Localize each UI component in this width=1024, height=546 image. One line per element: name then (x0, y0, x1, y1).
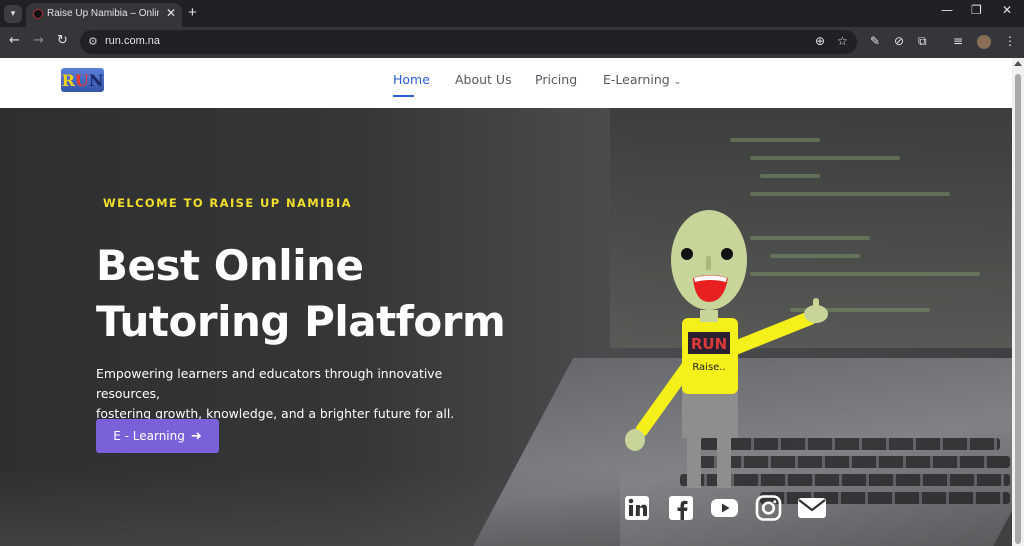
e-learning-button-label: E - Learning (113, 429, 185, 443)
nav-about-us[interactable]: About Us (455, 72, 512, 87)
e-learning-button[interactable]: E - Learning ➜ (96, 419, 219, 453)
mascot-left-hand (625, 429, 645, 451)
tab-close-icon[interactable]: ✕ (166, 6, 176, 20)
hero-subtitle: Empowering learners and educators throug… (96, 364, 496, 424)
code-line (750, 156, 900, 160)
zoom-icon[interactable]: ⊕ (815, 34, 825, 48)
nav-active-indicator (393, 95, 414, 97)
profile-avatar[interactable] (977, 35, 991, 49)
reload-icon[interactable]: ↻ (57, 33, 68, 48)
mascot-illustration: RUN Raise.. (625, 210, 828, 488)
url-text[interactable]: run.com.na (105, 35, 160, 47)
scrollbar-thumb[interactable] (1015, 74, 1021, 544)
site-info-icon[interactable]: ⚙ (88, 35, 98, 48)
blocker-extension-icon[interactable]: ⊘ (894, 34, 904, 48)
bookmark-star-icon[interactable]: ☆ (837, 34, 848, 48)
minimize-icon[interactable]: — (941, 3, 953, 17)
code-line (760, 174, 820, 178)
page-scrollbar[interactable] (1012, 58, 1024, 546)
mascot-shirt-logo-text: RUN (691, 335, 727, 353)
nav-e-learning-label: E-Learning (603, 72, 670, 87)
maximize-icon[interactable]: ❐ (971, 3, 982, 17)
hero-subtitle-line1: Empowering learners and educators throug… (96, 366, 443, 401)
mascot-shirt-caption: Raise.. (692, 362, 725, 373)
new-tab-button[interactable]: + (188, 4, 197, 21)
browser-menu-icon[interactable]: ⋮ (1004, 34, 1016, 48)
email-icon[interactable] (797, 495, 827, 521)
mascot-shirt (682, 318, 738, 394)
site-favicon-icon (33, 9, 43, 19)
mascot-nose (706, 256, 711, 270)
linkedin-icon[interactable] (624, 495, 652, 521)
hero-title: Best Online Tutoring Platform (96, 238, 576, 350)
browser-tab[interactable]: Raise Up Namibia – Online Tuto ✕ (26, 3, 182, 27)
back-icon[interactable]: ← (9, 33, 20, 48)
logo-letter-u: U (74, 70, 89, 90)
nav-e-learning[interactable]: E-Learning ⌄ (603, 72, 681, 87)
instagram-icon[interactable] (755, 495, 783, 521)
youtube-icon[interactable] (711, 495, 739, 521)
address-bar[interactable]: ⚙ run.com.na ⊕ ☆ (80, 30, 857, 54)
site-logo[interactable]: R U N (61, 68, 104, 92)
logo-letter-n: N (88, 70, 104, 90)
nav-home[interactable]: Home (393, 72, 430, 87)
code-line (750, 192, 950, 196)
facebook-icon[interactable] (668, 495, 696, 521)
code-line (730, 138, 820, 142)
mascot-neck (700, 310, 718, 322)
chevron-down-icon: ⌄ (673, 77, 682, 87)
hero-title-line1: Best Online (96, 241, 364, 290)
hero-section: WELCOME TO RAISE UP NAMIBIA Best Online … (0, 108, 1012, 546)
logo-letter-r: R (61, 70, 75, 90)
browser-tab-strip: ▾ Raise Up Namibia – Online Tuto ✕ + — ❐… (0, 0, 1024, 27)
extensions-puzzle-icon[interactable]: ⧉ (918, 34, 927, 49)
mascot-right-thumb (813, 298, 819, 310)
nav-pricing[interactable]: Pricing (535, 72, 577, 87)
arrow-right-icon: ➜ (190, 428, 202, 444)
browser-toolbar: ← → ↻ ⚙ run.com.na ⊕ ☆ ✎ ⊘ ⧉ ≡ ⋮ (0, 27, 1024, 58)
site-header: R U N Home About Us Pricing E-Learning ⌄ (0, 58, 1012, 108)
window-close-icon[interactable]: ✕ (1002, 3, 1012, 17)
mascot-right-eye (721, 248, 733, 260)
eyedropper-extension-icon[interactable]: ✎ (870, 34, 880, 48)
hero-title-line2: Tutoring Platform (96, 297, 506, 346)
mascot-left-eye (681, 248, 693, 260)
hero-background-desk (0, 468, 620, 546)
media-queue-icon[interactable]: ≡ (953, 34, 963, 48)
mascot-right-arm (723, 311, 817, 357)
scroll-up-arrow-icon[interactable] (1014, 61, 1022, 66)
hero-eyebrow: WELCOME TO RAISE UP NAMIBIA (103, 196, 352, 210)
tab-search-button[interactable]: ▾ (4, 5, 22, 23)
tab-title: Raise Up Namibia – Online Tuto (47, 8, 159, 19)
mascot-shorts (682, 388, 738, 438)
forward-icon[interactable]: → (33, 33, 44, 48)
page-viewport: R U N Home About Us Pricing E-Learning ⌄ (0, 58, 1012, 546)
